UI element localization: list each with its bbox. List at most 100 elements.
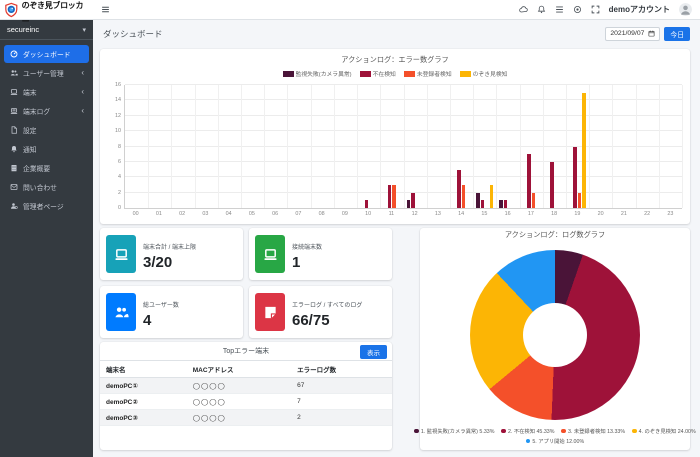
sidebar: 覗き見 のぞき見ブロッカー secureinc ▾ ダッシュボードユーザー管理‹…	[0, 0, 93, 457]
bar-segment	[504, 200, 508, 208]
brand-name: のぞき見ブロッカー	[22, 1, 84, 26]
legend-swatch	[283, 71, 294, 77]
date-input[interactable]: 2021/09/07	[605, 27, 660, 41]
legend-swatch	[360, 71, 371, 77]
sidebar-menu: ダッシュボードユーザー管理‹端末‹端末ログ‹設定通知企業概要問い合わせ管理者ペー…	[0, 40, 93, 220]
org-name: secureinc	[7, 25, 39, 34]
eye-icon[interactable]	[573, 5, 582, 14]
hamburger-menu-icon[interactable]	[101, 5, 110, 14]
donut-legend-item[interactable]: 2. 不在検知 45.33%	[501, 427, 554, 435]
y-axis-tick: 14	[115, 97, 121, 103]
stat-label: 総ユーザー数	[143, 303, 179, 309]
donut-chart-title: アクションログ：ログ数グラフ	[420, 228, 690, 240]
bar-group-10	[357, 85, 380, 208]
bar-group-01	[148, 85, 171, 208]
x-axis-tick: 19	[566, 209, 589, 217]
donut-chart[interactable]	[470, 250, 640, 420]
sidebar-item-label: 問い合わせ	[23, 182, 84, 192]
legend-item[interactable]: 監視失敗(カメラ異常)	[283, 69, 352, 78]
bar-group-04	[218, 85, 241, 208]
building-icon	[9, 164, 19, 173]
x-axis-tick: 02	[171, 209, 194, 217]
brand-logo[interactable]: 覗き見 のぞき見ブロッカー	[0, 0, 93, 20]
x-axis-tick: 21	[612, 209, 635, 217]
stat-value: 4	[143, 312, 179, 329]
y-axis-tick: 16	[115, 82, 121, 88]
sidebar-item-dashboard[interactable]: ダッシュボード	[4, 45, 89, 63]
bar-chart-legend: 監視失敗(カメラ異常) 不在検知未登録者検知のぞき見検知	[108, 69, 682, 78]
chevron-left-icon: ‹	[81, 108, 84, 114]
donut-legend-item[interactable]: 5. アプリ開始 12.00%	[526, 437, 584, 445]
bar-group-14	[450, 85, 473, 208]
bar-segment	[481, 200, 485, 208]
sidebar-item-laptop-log[interactable]: 端末ログ‹	[4, 102, 89, 120]
sidebar-item-label: 管理者ページ	[23, 201, 84, 211]
donut-legend-item[interactable]: 3. 未登録者検知 13.33%	[561, 427, 625, 435]
sidebar-item-admin[interactable]: 管理者ページ	[4, 197, 89, 215]
y-axis-tick: 4	[118, 174, 121, 180]
bar-group-18	[543, 85, 566, 208]
settings-icon	[9, 126, 19, 135]
stat-value: 66/75	[292, 312, 362, 329]
legend-swatch	[404, 71, 415, 77]
laptop-icon	[106, 235, 136, 273]
avatar[interactable]	[679, 3, 692, 16]
x-axis-tick: 08	[310, 209, 333, 217]
bar-segment	[392, 185, 396, 208]
x-axis-tick: 18	[543, 209, 566, 217]
cloud-icon[interactable]	[519, 5, 528, 14]
bar-plot[interactable]: 0246810121416	[124, 85, 682, 209]
table-row[interactable]: demoPC③◯◯◯◯2	[100, 410, 392, 426]
today-button[interactable]: 今日	[664, 27, 690, 41]
bell-icon	[9, 145, 19, 154]
users-icon	[9, 69, 19, 78]
stats-grid: 端末合計 / 端末上限3/20接続端末数1総ユーザー数4エラーログ / すべての…	[100, 228, 392, 344]
admin-icon	[9, 202, 19, 211]
x-axis-tick: 01	[147, 209, 170, 217]
x-axis-tick: 17	[519, 209, 542, 217]
bar-group-17	[519, 85, 542, 208]
bar-segment	[573, 147, 577, 209]
dashboard-icon	[9, 50, 19, 59]
legend-item[interactable]: 不在検知	[360, 69, 396, 78]
laptop-icon	[255, 235, 285, 273]
fullscreen-icon[interactable]	[591, 5, 600, 14]
calendar-icon[interactable]	[648, 30, 655, 37]
table-header-cell: MACアドレス	[187, 361, 291, 378]
bar-group-16	[496, 85, 519, 208]
bar-group-07	[287, 85, 310, 208]
sidebar-item-settings[interactable]: 設定	[4, 121, 89, 139]
donut-legend-item[interactable]: 4. のぞき見検知 24.00%	[632, 427, 696, 435]
table-row[interactable]: demoPC①◯◯◯◯67	[100, 378, 392, 394]
bell-icon[interactable]	[537, 5, 546, 14]
users-icon	[106, 293, 136, 331]
show-button[interactable]: 表示	[360, 345, 387, 359]
sidebar-item-building[interactable]: 企業概要	[4, 159, 89, 177]
stat-card: 端末合計 / 端末上限3/20	[100, 228, 243, 280]
x-axis-tick: 23	[659, 209, 682, 217]
app-window: 覗き見 のぞき見ブロッカー secureinc ▾ ダッシュボードユーザー管理‹…	[0, 0, 700, 457]
sidebar-item-laptop[interactable]: 端末‹	[4, 83, 89, 101]
donut-legend-item[interactable]: 1. 監視失敗(カメラ異常) 5.33%	[414, 427, 494, 435]
y-axis-tick: 6	[118, 159, 121, 165]
legend-item[interactable]: 未登録者検知	[404, 69, 452, 78]
gridline-vertical	[682, 85, 683, 208]
list-icon[interactable]	[555, 5, 564, 14]
bar-group-08	[311, 85, 334, 208]
sidebar-item-users[interactable]: ユーザー管理‹	[4, 64, 89, 82]
chevron-down-icon: ▾	[82, 26, 86, 34]
y-axis-tick: 8	[118, 144, 121, 150]
table-header-row: 端末名MACアドレスエラーログ数	[100, 361, 392, 378]
bar-group-00	[125, 85, 148, 208]
bar-segment	[527, 154, 531, 208]
account-name[interactable]: demoアカウント	[609, 4, 670, 15]
sidebar-item-bell[interactable]: 通知	[4, 140, 89, 158]
sidebar-item-label: 端末	[23, 87, 81, 97]
bar-segment	[476, 193, 480, 208]
bar-group-23	[659, 85, 682, 208]
sidebar-item-contact[interactable]: 問い合わせ	[4, 178, 89, 196]
legend-item[interactable]: のぞき見検知	[460, 69, 508, 78]
table-row[interactable]: demoPC②◯◯◯◯7	[100, 394, 392, 410]
bar-group-21	[612, 85, 635, 208]
laptop-icon	[9, 88, 19, 97]
